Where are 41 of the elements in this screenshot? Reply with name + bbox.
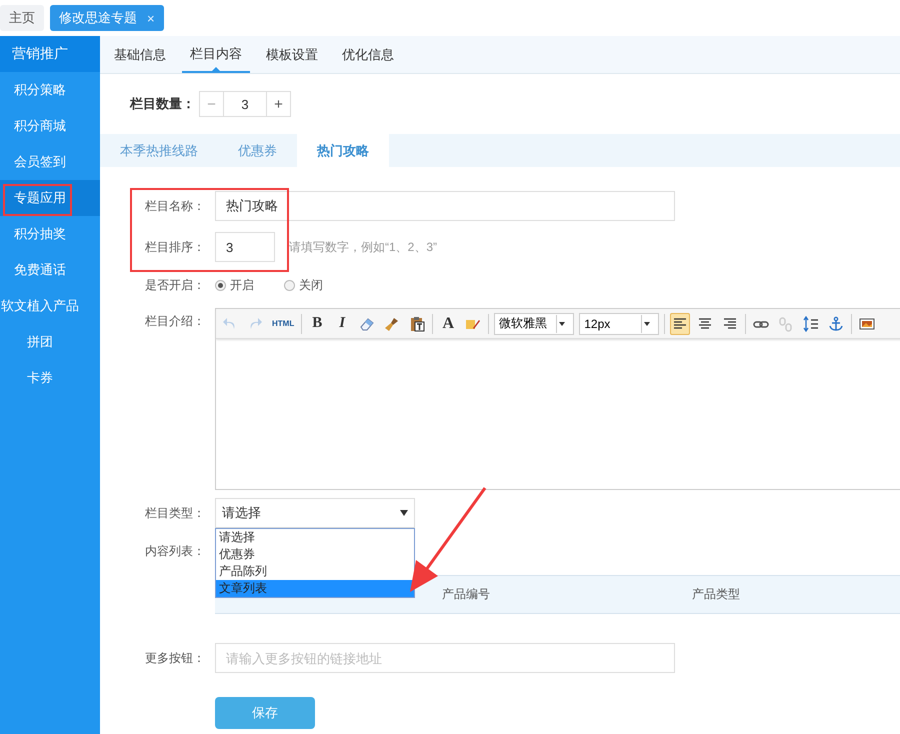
radio-button[interactable] [215,280,226,290]
rich-text-editor[interactable]: HTML B I A 微软雅黑 12px [215,308,900,490]
radio-label[interactable]: 开启 [230,276,254,294]
size-select[interactable]: 12px [579,312,660,334]
italic-button[interactable]: I [332,312,352,334]
bold-button[interactable]: B [307,312,328,334]
field-label: 栏目数量： [130,95,195,113]
field-label: 更多按钮： [144,650,205,667]
dropdown-option[interactable]: 产品陈列 [216,563,414,580]
link-input[interactable]: 请输入更多按钮的链接地址 [215,643,675,673]
tab[interactable]: 模板设置 [258,36,326,73]
field-label: 是否开启： [144,277,205,294]
html-button[interactable]: HTML [270,312,296,334]
radio-button[interactable] [284,280,295,290]
caret-icon [644,322,650,326]
number-input[interactable]: 3 [215,232,275,262]
text-input[interactable]: 热门攻略 [215,191,675,221]
dropdown-option[interactable]: 请选择 [216,529,414,546]
number-stepper[interactable]: − 3 + [199,91,291,117]
hint-text: 请填写数字，例如“1、2、3” [289,238,438,256]
tab[interactable]: 基础信息 [106,36,174,73]
field-label: 栏目类型： [144,505,205,522]
page-tab[interactable]: 主页 [0,5,44,31]
sidebar-title: 营销推广 [0,36,100,72]
dropdown-select[interactable]: 请选择 [215,498,415,528]
font-color-button[interactable]: A [438,312,458,334]
tab[interactable]: 栏目内容 [182,36,250,73]
field-label: 栏目排序： [144,239,205,256]
font-select[interactable]: 微软雅黑 [494,312,574,334]
dropdown-option[interactable]: 文章列表 [216,580,414,597]
dropdown-option[interactable]: 优惠券 [216,546,414,563]
column-header: 产品类型 [691,586,741,603]
tab[interactable]: 优化信息 [334,36,402,73]
radio-label[interactable]: 关闭 [299,276,323,294]
field-label: 栏目名称： [144,198,205,215]
align-left-icon[interactable] [670,312,690,334]
dropdown-arrow-icon [400,510,408,516]
field-label: 内容列表： [144,543,205,560]
field-label: 栏目介绍： [144,313,205,330]
column-header: 产品编号 [441,586,491,603]
caret-icon [559,322,566,326]
